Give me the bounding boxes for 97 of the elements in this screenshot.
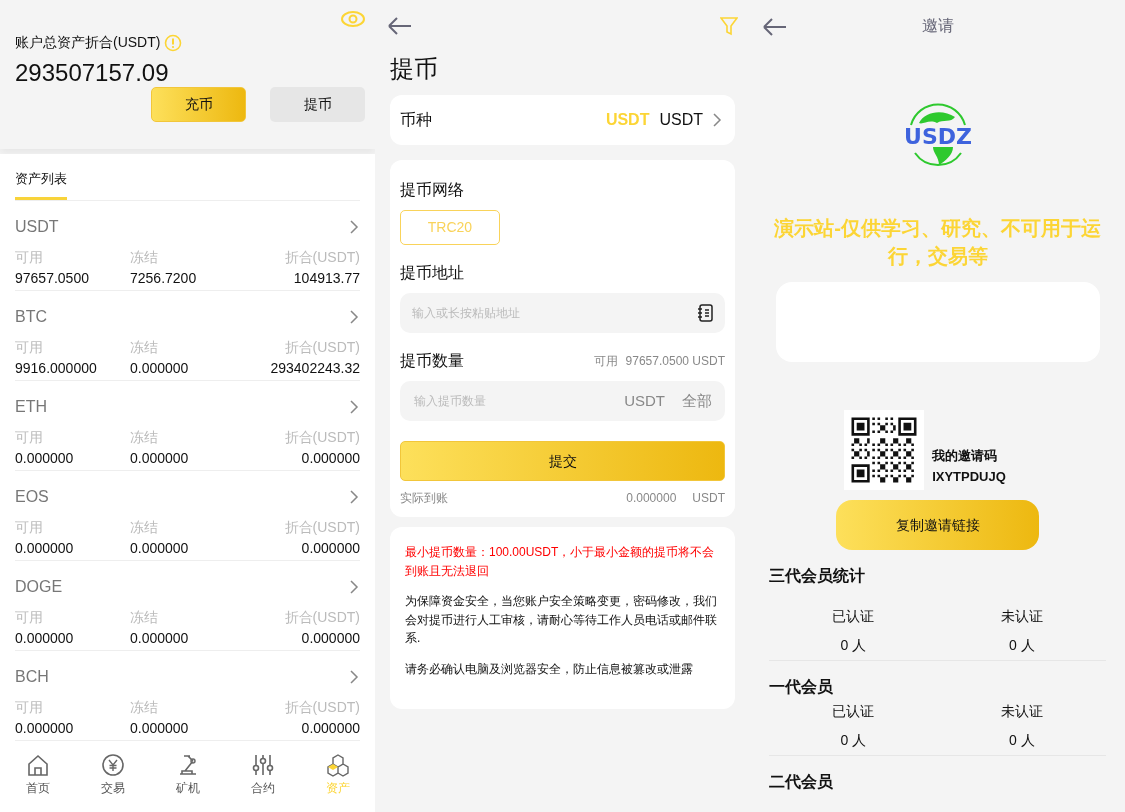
available-label: 可用 xyxy=(593,353,618,370)
unverified-label: 未认证 xyxy=(1000,702,1043,721)
section-title: 二代会员 xyxy=(769,772,833,792)
nav-tab[interactable]: 交易 xyxy=(75,753,150,812)
total-assets-label: 账户总资产折合(USDT) xyxy=(15,33,161,52)
available-label: 可用 xyxy=(15,427,44,447)
received-label: 实际到账 xyxy=(400,490,448,507)
converted-value: 293402243.32 xyxy=(270,358,360,378)
frozen-label: 冻结 xyxy=(130,247,159,267)
asset-name[interactable]: DOGE xyxy=(15,574,63,599)
available-value: 0.000000 xyxy=(15,718,75,738)
available-label: 可用 xyxy=(15,517,44,537)
converted-label: 折合(USDT) xyxy=(284,427,360,447)
converted-label: 折合(USDT) xyxy=(284,517,360,537)
invite-code-label: 我的邀请码 xyxy=(932,447,999,466)
section-title: 一代会员 xyxy=(769,677,833,697)
nav-tab[interactable]: 矿机 xyxy=(150,753,225,812)
chevron-right-icon[interactable] xyxy=(348,308,360,325)
nav-tab[interactable]: 合约 xyxy=(225,753,300,812)
available-value: 0.000000 xyxy=(15,448,75,468)
available-label: 可用 xyxy=(15,607,44,627)
frozen-value: 0.000000 xyxy=(130,358,190,378)
currency-value[interactable]: USDT xyxy=(659,108,703,132)
deposit-button[interactable]: 充币 xyxy=(151,87,246,122)
chevron-right-icon[interactable] xyxy=(348,578,360,595)
frozen-value: 0.000000 xyxy=(130,628,190,648)
frozen-label: 冻结 xyxy=(130,607,159,627)
chevron-right-icon[interactable] xyxy=(348,398,360,415)
converted-value: 0.000000 xyxy=(301,538,360,558)
available-label: 可用 xyxy=(15,697,44,717)
available-value: 97657.0500 USDT xyxy=(625,353,725,370)
asset-name[interactable]: BCH xyxy=(15,664,49,689)
address-label: 提币地址 xyxy=(400,263,464,283)
cubes-icon xyxy=(324,753,351,778)
frozen-value: 0.000000 xyxy=(130,448,190,468)
available-label: 可用 xyxy=(15,337,44,357)
frozen-label: 冻结 xyxy=(130,517,159,537)
converted-value: 0.000000 xyxy=(301,448,360,468)
unit-label: USDT xyxy=(624,390,665,411)
received-value: 0.000000 xyxy=(626,490,677,507)
frozen-value: 7256.7200 xyxy=(130,268,198,288)
converted-label: 折合(USDT) xyxy=(284,247,360,267)
frozen-label: 冻结 xyxy=(130,337,159,357)
frozen-label: 冻结 xyxy=(130,697,159,717)
available-value: 0.000000 xyxy=(15,538,75,558)
unverified-count: 0 人 xyxy=(1008,636,1035,655)
verified-label: 已认证 xyxy=(832,702,875,721)
total-assets-value: 293507157.09 xyxy=(15,58,169,88)
chevron-right-icon[interactable] xyxy=(348,218,360,235)
available-value: 9916.000000 xyxy=(15,358,98,378)
notebook-icon[interactable] xyxy=(697,304,713,322)
logo: USDZ xyxy=(902,103,973,169)
converted-value: 0.000000 xyxy=(301,718,360,738)
frozen-value: 0.000000 xyxy=(130,718,190,738)
tab[interactable]: 资产列表 xyxy=(15,154,67,200)
frozen-value: 0.000000 xyxy=(130,538,190,558)
converted-value: 104913.77 xyxy=(293,268,360,288)
converted-label: 折合(USDT) xyxy=(284,607,360,627)
chevron-right-icon[interactable] xyxy=(348,488,360,505)
received-unit: USDT xyxy=(692,490,725,507)
yen-coin-icon xyxy=(99,753,126,778)
currency-label: 币种 xyxy=(400,110,432,130)
unverified-count: 0 人 xyxy=(1008,731,1035,750)
submit-button[interactable]: 提交 xyxy=(400,441,725,481)
notice-text: 为保障资金安全，当您账户安全策略变更，密码修改，我们会对提币进行人工审核，请耐心等待工作人员电话或邮件联系. xyxy=(405,593,718,648)
converted-label: 折合(USDT) xyxy=(284,697,360,717)
available-label: 可用 xyxy=(15,247,44,267)
unverified-label: 未认证 xyxy=(1000,607,1043,626)
withdraw-button[interactable]: 提币 xyxy=(270,87,365,122)
warning-text: 最小提币数量：100.00USDT，小于最小金额的提币将不会到账且无法退回 xyxy=(405,544,716,580)
chevron-right-icon[interactable] xyxy=(711,112,723,128)
frozen-label: 冻结 xyxy=(130,427,159,447)
back-arrow-icon[interactable] xyxy=(387,16,413,36)
verified-label: 已认证 xyxy=(832,607,875,626)
page-title: 提币 xyxy=(390,54,438,84)
copy-link-button[interactable]: 复制邀请链接 xyxy=(836,500,1039,550)
invite-code: IXYTPDUJQ xyxy=(932,468,1006,487)
network-label: 提币网络 xyxy=(400,180,464,200)
amount-label: 提币数量 xyxy=(400,351,464,371)
asset-name[interactable]: EOS xyxy=(15,484,49,509)
available-value: 0.000000 xyxy=(15,628,75,648)
chevron-right-icon[interactable] xyxy=(348,668,360,685)
back-arrow-icon[interactable] xyxy=(762,17,788,37)
notice-text: 请务必确认电脑及浏览器安全，防止信息被篡改或泄露 xyxy=(405,660,694,678)
asset-name[interactable]: BTC xyxy=(15,304,47,329)
converted-value: 0.000000 xyxy=(301,628,360,648)
asset-name[interactable]: USDT xyxy=(15,214,59,239)
demo-notice: 演示站-仅供学习、研究、不可用于运行，交易等 xyxy=(773,216,1102,269)
page-title: 邀请 xyxy=(921,16,954,36)
section-title: 三代会员统计 xyxy=(769,566,865,586)
verified-count: 0 人 xyxy=(840,636,867,655)
available-value: 97657.0500 xyxy=(15,268,90,288)
verified-count: 0 人 xyxy=(840,731,867,750)
nav-tab[interactable]: 首页 xyxy=(0,753,75,812)
converted-label: 折合(USDT) xyxy=(284,337,360,357)
asset-name[interactable]: ETH xyxy=(15,394,47,419)
currency-code: USDT xyxy=(605,110,650,130)
